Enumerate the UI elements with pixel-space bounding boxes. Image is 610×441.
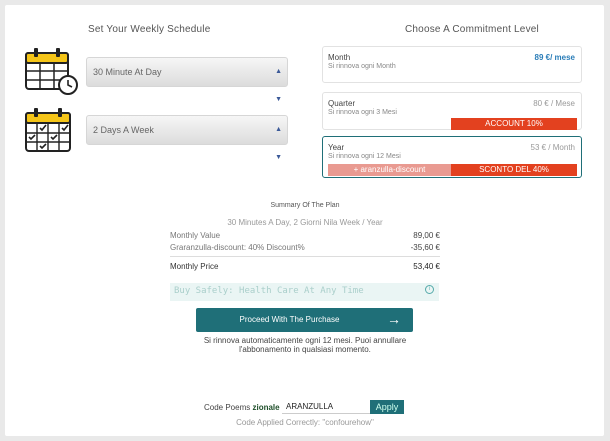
commitment-heading: Choose A Commitment Level xyxy=(405,24,539,35)
days-select[interactable]: 2 Days A Week ▲ ▼ xyxy=(86,115,288,161)
discount-amount: -35,60 € xyxy=(410,243,440,252)
plan-year[interactable]: Year Si rinnova ogni 12 Mesi 53 € / Mont… xyxy=(322,136,582,178)
calendar-clock-icon xyxy=(24,47,78,102)
summary-detail: 30 Minutes A Day, 2 Giorni Nila Week / Y… xyxy=(227,218,383,227)
proceed-purchase-button[interactable]: Proceed With The Purchase → xyxy=(196,308,413,332)
plan-renewal: Si rinnova ogni Month xyxy=(328,63,396,70)
renewal-note-line1: Si rinnova automaticamente ogni 12 mesi.… xyxy=(203,336,407,345)
summary-title: Summary Of The Plan xyxy=(270,202,340,209)
plan-price: 89 €/ mese xyxy=(534,53,575,62)
plan-name: Month xyxy=(328,53,351,62)
duration-select[interactable]: 30 Minute At Day ▲ ▼ xyxy=(86,57,288,103)
promo-label-text: Code Poems xyxy=(204,403,251,412)
monthly-value-label: Monthly Value xyxy=(170,231,221,240)
plan-discount-badge: SCONTO DEL 40% xyxy=(451,164,577,176)
safety-banner: Buy Safely: Health Care At Any Time i xyxy=(170,283,439,301)
plan-renewal: Si rinnova ogni 3 Mesi xyxy=(328,109,397,116)
plan-price: 53 € / Month xyxy=(530,143,575,152)
plan-name: Year xyxy=(328,143,345,152)
duration-value: 30 Minute At Day xyxy=(93,67,162,77)
schedule-heading: Set Your Weekly Schedule xyxy=(88,24,211,35)
info-icon: i xyxy=(425,285,434,294)
proceed-purchase-label: Proceed With The Purchase xyxy=(239,315,340,324)
renewal-note-line2: l'abbonamento in qualsiasi momento. xyxy=(239,345,371,354)
arrow-right-icon: → xyxy=(387,311,401,327)
apply-button[interactable]: Apply xyxy=(370,400,404,414)
chevron-updown-icon: ▲ ▼ xyxy=(275,126,282,161)
monthly-price-amount: 53,40 € xyxy=(413,262,440,271)
promo-code-input[interactable]: ARANZULLA xyxy=(282,400,370,414)
promo-label-bold: zionale xyxy=(252,403,280,412)
calendar-check-icon xyxy=(24,107,74,160)
plan-promo-tag: + aranzulla-discount xyxy=(328,164,451,176)
promo-code-label: Code Poems zionale xyxy=(204,403,280,412)
plan-month[interactable]: Month Si rinnova ogni Month 89 €/ mese xyxy=(322,46,582,83)
days-value: 2 Days A Week xyxy=(93,125,154,135)
monthly-price-label: Monthly Price xyxy=(170,262,219,271)
safety-text: Buy Safely: Health Care At Any Time xyxy=(174,286,364,296)
discount-label: Graranzulla-discount: 40% Discount% xyxy=(170,243,305,252)
discount-row: Graranzulla-discount: 40% Discount% -35,… xyxy=(170,243,440,252)
plan-renewal: Si rinnova ogni 12 Mesi xyxy=(328,153,401,160)
monthly-price-row: Monthly Price 53,40 € xyxy=(170,262,440,271)
monthly-value-amount: 89,00 € xyxy=(413,231,440,240)
plan-name: Quarter xyxy=(328,99,356,108)
promo-code-value: ARANZULLA xyxy=(286,402,334,411)
code-applied-message: Code Applied Correctly: "confourehow" xyxy=(236,418,374,427)
summary-divider xyxy=(170,256,440,257)
plan-quarter[interactable]: Quarter Si rinnova ogni 3 Mesi 80 € / Me… xyxy=(322,92,582,130)
plan-price: 80 € / Mese xyxy=(533,99,575,108)
plan-discount-badge: ACCOUNT 10% xyxy=(451,118,577,130)
chevron-updown-icon: ▲ ▼ xyxy=(275,68,282,103)
monthly-value-row: Monthly Value 89,00 € xyxy=(170,231,440,240)
